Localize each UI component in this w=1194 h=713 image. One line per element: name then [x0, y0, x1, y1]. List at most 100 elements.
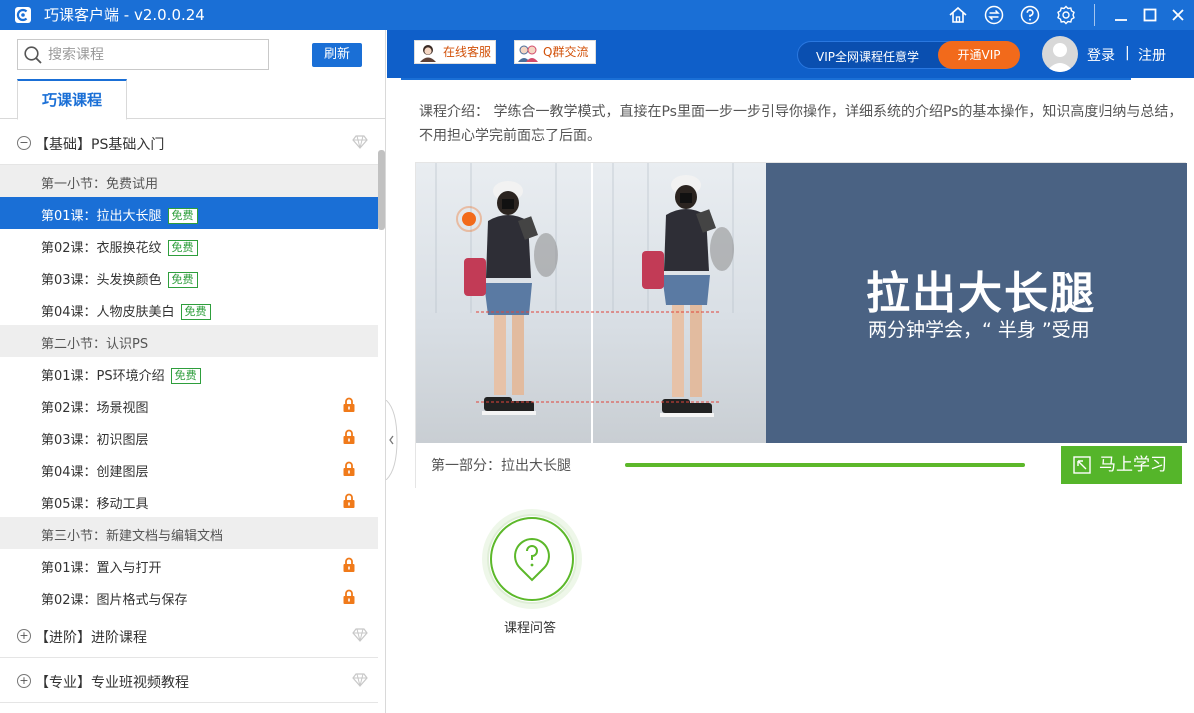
start-learning-button[interactable]: 马上学习: [1061, 446, 1182, 484]
lesson-title-text: 第03课：头发换颜色: [41, 273, 162, 288]
titlebar-divider: [1094, 4, 1095, 26]
section-title: 第一小节：免费试用: [41, 177, 159, 192]
online-service-label: 在线客服: [443, 45, 492, 59]
top-toolbar: 在线客服 Q群交流 VIP全网课程任意学 开通VIP 登录 | 注册: [387, 30, 1194, 78]
refresh-button[interactable]: 刷新: [312, 43, 362, 67]
section-title: 第二小节：认识PS: [41, 337, 149, 352]
vip-promo-text: VIP全网课程任意学: [816, 50, 919, 64]
scrollbar-thumb[interactable]: [378, 150, 385, 230]
vip-promo: VIP全网课程任意学 开通VIP: [797, 41, 1020, 69]
lesson-title: 第05课：移动工具: [41, 493, 149, 512]
lesson-item[interactable]: 第03课：初识图层: [0, 421, 378, 453]
course-part-label: 第一部分：拉出大长腿: [431, 458, 571, 474]
online-service-button[interactable]: 在线客服: [414, 40, 496, 64]
lesson-title-text: 第01课：拉出大长腿: [41, 209, 162, 224]
expand-icon[interactable]: +: [17, 629, 31, 643]
lesson-title: 第04课：人物皮肤美白 免费: [41, 301, 211, 320]
collapse-sidebar-handle[interactable]: [386, 400, 398, 480]
free-badge: 免费: [167, 272, 198, 288]
free-badge: 免费: [170, 368, 201, 384]
qq-group-button[interactable]: Q群交流: [514, 40, 596, 64]
lesson-title: 第02课：图片格式与保存: [41, 589, 188, 608]
lesson-item[interactable]: 第02课：衣服换花纹 免费: [0, 229, 378, 261]
lesson-item[interactable]: 第02课：场景视图: [0, 389, 378, 421]
course-group-title: 【基础】PS基础入门: [35, 137, 165, 153]
service-avatar-icon: [420, 45, 436, 62]
window-title: 巧课客户端 - v2.0.0.24: [44, 6, 205, 24]
sync-icon[interactable]: [983, 4, 1005, 26]
free-badge: 免费: [167, 240, 198, 256]
lesson-item[interactable]: 第04课：创建图层: [0, 453, 378, 485]
course-qa-button[interactable]: [481, 508, 583, 610]
app-logo-icon: [15, 7, 31, 23]
course-tree: − 【基础】PS基础入门 第一小节：免费试用 第01课：拉出大长腿 免费 第02课：衣服换…: [0, 120, 378, 703]
lock-icon: [343, 461, 355, 476]
search-input[interactable]: [48, 44, 263, 66]
lesson-title-text: 第05课：移动工具: [41, 497, 149, 512]
lesson-title-text: 第03课：初识图层: [41, 433, 149, 448]
lesson-title: 第03课：初识图层: [41, 429, 149, 448]
lock-icon: [343, 429, 355, 444]
course-group-header[interactable]: + 【进阶】进阶课程: [0, 613, 378, 658]
free-badge: 免费: [180, 304, 211, 320]
section-title: 第三小节：新建文档与编辑文档: [41, 529, 224, 544]
lesson-title-text: 第04课：创建图层: [41, 465, 149, 480]
section-header[interactable]: 第三小节：新建文档与编辑文档: [0, 517, 378, 549]
lesson-title: 第01课：拉出大长腿 免费: [41, 205, 198, 224]
vip-diamond-icon: [352, 135, 368, 149]
search-icon: [24, 46, 42, 64]
course-sidebar: 刷新 巧课课程 −【基础】PS基础入门第一小节：免费试用第01课：拉出大长腿免费…: [0, 30, 386, 713]
lesson-item[interactable]: 第01课：PS环境介绍 免费: [0, 357, 378, 389]
lesson-item[interactable]: 第01课：拉出大长腿 免费: [0, 197, 378, 229]
course-group-title: 【专业】专业班视频教程: [35, 675, 189, 691]
course-group-header[interactable]: − 【基础】PS基础入门: [0, 120, 378, 165]
minimize-button[interactable]: [1109, 3, 1133, 27]
lesson-title-text: 第01课：置入与打开: [41, 561, 162, 576]
help-icon[interactable]: [1019, 4, 1041, 26]
lesson-item[interactable]: 第02课：图片格式与保存: [0, 581, 378, 613]
lesson-item[interactable]: 第05课：移动工具: [0, 485, 378, 517]
lesson-item[interactable]: 第01课：置入与打开: [0, 549, 378, 581]
lock-icon: [343, 589, 355, 604]
banner-title: 拉出大长腿: [866, 268, 1096, 319]
lesson-title-text: 第02课：场景视图: [41, 401, 149, 416]
course-banner[interactable]: 拉出大长腿 两分钟学会，“ 半身 ”受用: [416, 163, 1187, 443]
qq-group-icon: [518, 45, 538, 62]
section-header[interactable]: 第二小节：认识PS: [0, 325, 378, 357]
lesson-title-text: 第04课：人物皮肤美白: [41, 305, 175, 320]
lesson-title: 第01课：PS环境介绍 免费: [41, 365, 201, 384]
vip-diamond-icon: [352, 628, 368, 642]
close-button[interactable]: [1166, 3, 1190, 27]
course-progress-bar: [625, 463, 1025, 467]
title-bar: 巧课客户端 - v2.0.0.24: [0, 0, 1194, 30]
open-vip-button[interactable]: 开通VIP: [938, 41, 1020, 69]
section-header[interactable]: 第一小节：免费试用: [0, 165, 378, 197]
lesson-item[interactable]: 第04课：人物皮肤美白 免费: [0, 293, 378, 325]
lesson-title-text: 第02课：图片格式与保存: [41, 593, 188, 608]
home-icon[interactable]: [947, 4, 969, 26]
register-link[interactable]: 注册: [1138, 45, 1166, 65]
qq-group-label: Q群交流: [543, 45, 589, 59]
free-badge: 免费: [167, 208, 198, 224]
content-divider: [401, 78, 1131, 80]
lesson-title: 第02课：衣服换花纹 免费: [41, 237, 198, 256]
lesson-item[interactable]: 第03课：头发换颜色 免费: [0, 261, 378, 293]
search-box[interactable]: [17, 39, 269, 70]
course-progress-fill: [625, 463, 1025, 467]
banner-subtitle: 两分钟学会，“ 半身 ”受用: [868, 319, 1090, 341]
user-avatar[interactable]: [1042, 36, 1078, 72]
course-qa-label: 课程问答: [504, 621, 557, 636]
lesson-title: 第02课：场景视图: [41, 397, 149, 416]
lesson-title: 第04课：创建图层: [41, 461, 149, 480]
login-link[interactable]: 登录: [1087, 45, 1115, 65]
course-group-title: 【进阶】进阶课程: [35, 630, 147, 646]
maximize-button[interactable]: [1138, 3, 1162, 27]
user-avatar-icon: [1046, 43, 1074, 72]
lesson-title: 第01课：置入与打开: [41, 557, 162, 576]
course-group-header[interactable]: + 【专业】专业班视频教程: [0, 658, 378, 703]
settings-icon[interactable]: [1055, 4, 1077, 26]
collapse-icon[interactable]: −: [17, 136, 31, 150]
tab-qiaoke-courses[interactable]: 巧课课程: [17, 79, 127, 120]
expand-icon[interactable]: +: [17, 674, 31, 688]
course-card: 拉出大长腿 两分钟学会，“ 半身 ”受用 第一部分：拉出大长腿 马上学习: [415, 162, 1187, 489]
